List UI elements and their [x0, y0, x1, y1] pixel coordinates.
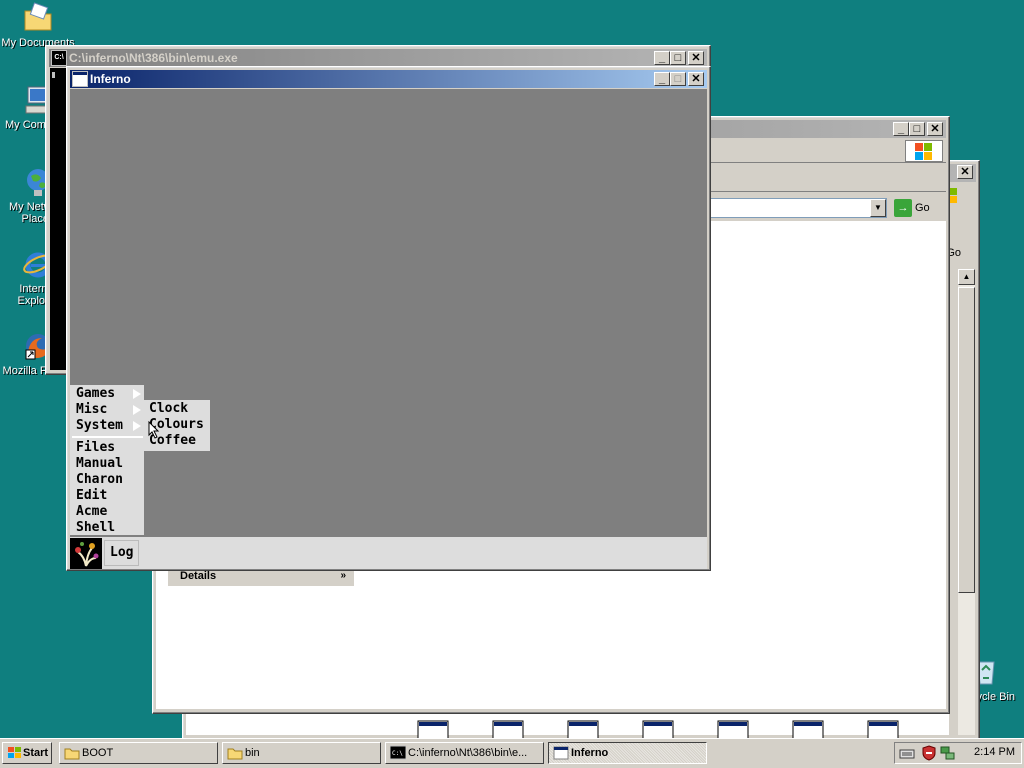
console-title-bar[interactable]: C:\ C:\inferno\Nt\386\bin\emu.exe — [49, 49, 707, 67]
scroll-thumb[interactable] — [958, 287, 975, 593]
inferno-taskbar: Log — [70, 537, 707, 569]
menu-item-acme[interactable]: Acme — [70, 504, 144, 520]
close-button[interactable]: ✕ — [927, 122, 943, 136]
thumbnail-row — [417, 719, 917, 740]
security-shield-icon[interactable] — [921, 745, 937, 761]
start-button[interactable]: Start — [2, 742, 52, 764]
submenu-arrow-icon — [133, 421, 141, 431]
console-app-icon: C:\ — [51, 50, 67, 66]
scroll-up-icon[interactable]: ▲ — [958, 269, 975, 285]
go-button[interactable]: → Go — [891, 197, 939, 219]
close-button[interactable]: ✕ — [688, 72, 704, 86]
taskbar: Start BOOT bin C:\ C:\inferno\Nt\386\bin… — [0, 738, 1024, 768]
close-button[interactable]: ✕ — [957, 165, 973, 179]
inferno-start-menu: Games Misc System Files Manual Charon Ed… — [70, 385, 144, 535]
folder-icon — [64, 745, 80, 761]
menu-item-files[interactable]: Files — [70, 440, 144, 456]
submenu-arrow-icon — [133, 389, 141, 399]
desktop-icon-my-documents[interactable]: My Documents — [0, 2, 76, 49]
menu-item-games[interactable]: Games — [70, 386, 144, 402]
go-label: Go — [915, 202, 930, 214]
inferno-desktop[interactable] — [70, 89, 707, 537]
folder-icon — [22, 2, 54, 34]
keyboard-icon[interactable] — [899, 746, 915, 760]
inferno-window[interactable]: Inferno _ □ ✕ Log Games Misc System File… — [66, 66, 711, 571]
maximize-icon: □ — [674, 73, 682, 85]
network-icon[interactable] — [939, 745, 955, 761]
menu-divider — [72, 434, 144, 438]
taskbar-button-console[interactable]: C:\ C:\inferno\Nt\386\bin\e... — [385, 742, 544, 764]
menu-item-manual[interactable]: Manual — [70, 456, 144, 472]
minimize-icon: _ — [658, 52, 666, 64]
menu-item-charon[interactable]: Charon — [70, 472, 144, 488]
minimize-button[interactable]: _ — [654, 72, 670, 86]
address-input[interactable]: ▼ — [693, 198, 887, 218]
close-icon: ✕ — [691, 73, 701, 85]
maximize-icon: □ — [913, 123, 921, 135]
folder-icon — [227, 745, 243, 761]
svg-text:C:\: C:\ — [392, 750, 403, 757]
maximize-button[interactable]: □ — [670, 51, 686, 65]
maximize-button[interactable]: □ — [909, 122, 925, 136]
menu-item-misc[interactable]: Misc — [70, 402, 144, 418]
system-tray: 2:14 PM — [894, 742, 1022, 764]
close-icon: ✕ — [960, 166, 970, 178]
inferno-log-button[interactable]: Log — [104, 540, 140, 566]
windows-logo-icon — [905, 140, 943, 162]
minimize-button[interactable]: _ — [893, 122, 909, 136]
console-app-icon: C:\ — [389, 745, 407, 761]
inferno-logo-icon — [75, 542, 99, 567]
windows-logo-icon — [7, 745, 23, 761]
details-label: Details — [180, 570, 217, 582]
console-title: C:\inferno\Nt\386\bin\emu.exe — [69, 51, 238, 65]
inferno-title-bar[interactable]: Inferno — [70, 70, 707, 88]
minimize-icon: _ — [658, 73, 666, 85]
menu-item-edit[interactable]: Edit — [70, 488, 144, 504]
inferno-title: Inferno — [90, 72, 131, 86]
close-icon: ✕ — [930, 123, 940, 135]
go-arrow-icon: → — [894, 199, 912, 217]
mouse-cursor-icon — [148, 421, 160, 439]
window-app-icon — [553, 745, 569, 761]
menu-item-shell[interactable]: Shell — [70, 520, 144, 536]
close-button[interactable]: ✕ — [688, 51, 704, 65]
address-dropdown-button[interactable]: ▼ — [870, 199, 886, 217]
start-label: Start — [23, 747, 49, 759]
menu-item-system[interactable]: System — [70, 418, 144, 434]
minimize-icon: _ — [897, 123, 905, 135]
clock[interactable]: 2:14 PM — [974, 746, 1015, 758]
minimize-button[interactable]: _ — [654, 51, 670, 65]
maximize-icon: □ — [674, 52, 682, 64]
taskbar-button-bin[interactable]: bin — [222, 742, 381, 764]
close-icon: ✕ — [691, 52, 701, 64]
maximize-button[interactable]: □ — [670, 72, 686, 86]
inferno-logo-button[interactable] — [70, 538, 102, 569]
vertical-scrollbar[interactable]: ▲ — [958, 269, 975, 735]
console-cursor — [52, 72, 55, 78]
taskbar-button-boot[interactable]: BOOT — [59, 742, 218, 764]
submenu-item-clock[interactable]: Clock — [143, 401, 210, 417]
taskbar-button-inferno[interactable]: Inferno — [548, 742, 707, 764]
window-app-icon — [72, 71, 88, 87]
submenu-arrow-icon — [133, 405, 141, 415]
